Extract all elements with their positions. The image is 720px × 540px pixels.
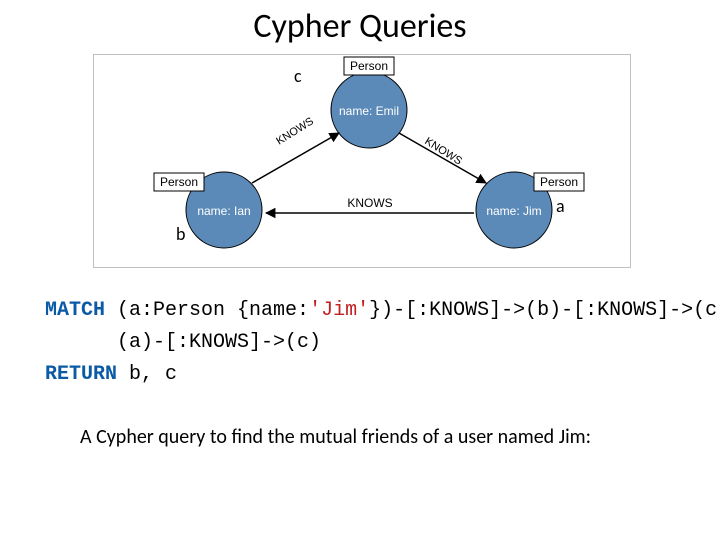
kw-return: RETURN: [45, 363, 117, 386]
slide: Cypher Queries name: Emil name: Ian name…: [0, 0, 720, 540]
graph-diagram: name: Emil name: Ian name: Jim Person Pe…: [93, 54, 631, 268]
edge-ian-emil: [252, 133, 339, 183]
kw-match: MATCH: [45, 299, 105, 322]
edge-label-emil-jim: KNOWS: [422, 135, 464, 167]
page-title: Cypher Queries: [0, 6, 720, 47]
cypher-query: MATCH (a:Person {name:'Jim'})-[:KNOWS]->…: [45, 295, 720, 391]
svg-text:Person: Person: [160, 175, 198, 189]
svg-text:Person: Person: [540, 175, 578, 189]
type-label-ian: Person: [154, 173, 204, 191]
edge-label-jim-ian: KNOWS: [347, 196, 392, 210]
type-label-emil: Person: [344, 57, 394, 75]
edge-label-ian-emil: KNOWS: [274, 115, 316, 147]
string-literal: 'Jim': [309, 299, 369, 322]
node-jim-prop: name: Jim: [486, 204, 541, 218]
type-label-jim: Person: [534, 173, 584, 191]
var-a: a: [556, 195, 565, 217]
node-ian-prop: name: Ian: [197, 204, 250, 218]
svg-text:Person: Person: [350, 59, 388, 73]
node-emil-prop: name: Emil: [339, 104, 399, 118]
var-b: b: [176, 223, 185, 245]
caption: A Cypher query to find the mutual friend…: [80, 425, 591, 449]
var-c: c: [294, 65, 302, 87]
